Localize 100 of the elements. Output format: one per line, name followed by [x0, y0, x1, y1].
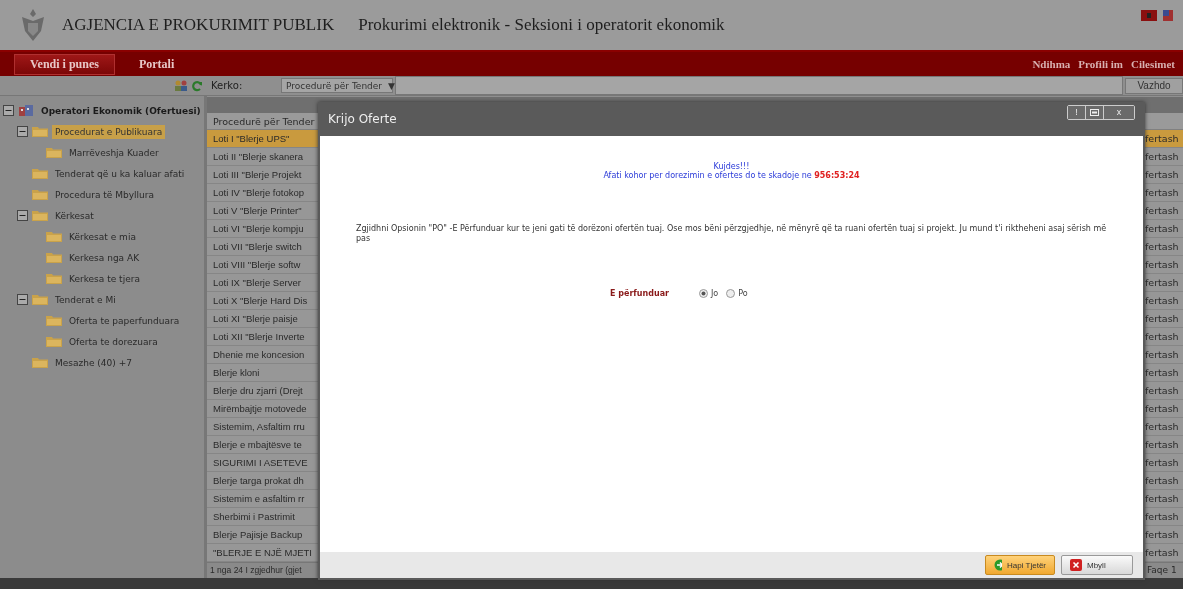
table-cell-text: Dhenie me koncesion: [212, 347, 306, 362]
table-cell-text: Loti IX "Blerje Server: [212, 275, 302, 290]
folder-icon: [46, 252, 62, 263]
table-cell-text: Loti XI "Blerje paisje: [212, 311, 299, 326]
table-cell-text: fertash: [1144, 257, 1180, 272]
tree-item[interactable]: Tenderat që u ka kaluar afati: [52, 166, 188, 181]
table-cell-text: fertash: [1144, 204, 1180, 218]
deadline-text: Afati kohor per dorezimin e ofertes do te skadoje ne 956:53:24: [603, 171, 860, 180]
table-cell-text: fertash: [1144, 437, 1180, 452]
table-cell-text: fertash: [1144, 401, 1180, 416]
search-type-dropdown[interactable]: Procedurë për Tender ▼: [281, 78, 393, 93]
folder-icon: [46, 315, 62, 326]
collapse-icon[interactable]: [17, 294, 28, 305]
table-cell-text: Mirëmbajtje motovede: [212, 401, 308, 416]
folder-icon: [46, 147, 62, 158]
tree-item[interactable]: Mesazhe (40) +7: [52, 355, 135, 370]
continue-button[interactable]: Vazhdo: [1125, 77, 1183, 94]
table-cell-text: Loti VIII "Blerje softw: [212, 257, 302, 272]
table-cell-text: fertash: [1144, 527, 1180, 542]
folder-icon: [32, 168, 48, 179]
table-cell-text: fertash: [1144, 455, 1180, 470]
radio-option[interactable]: Po: [726, 288, 748, 298]
table-cell-text: Loti III "Blerje Projekt: [212, 168, 303, 183]
folder-icon: [46, 273, 62, 284]
search-field[interactable]: [395, 76, 1123, 95]
table-cell-text: fertash: [1144, 329, 1180, 344]
table-cell-text: Loti X "Blerje Hard Dis: [212, 293, 309, 308]
field-label: E përfunduar: [610, 288, 669, 298]
table-cell-text: fertash: [1144, 186, 1180, 201]
tree-item[interactable]: Kerkesa te tjera: [66, 271, 143, 286]
help-button[interactable]: !: [1068, 105, 1086, 119]
next-button[interactable]: Hapi Tjetër: [985, 555, 1055, 575]
table-cell-text: Blerje targa prokat dh: [212, 473, 305, 488]
tree-item[interactable]: Procedurat e Publikuara: [52, 124, 166, 139]
table-cell-text: fertash: [1144, 347, 1180, 362]
nav-link[interactable]: Cilesimet: [1131, 58, 1175, 70]
collapse-icon[interactable]: [17, 210, 28, 221]
collapse-icon[interactable]: [17, 126, 28, 137]
table-cell-text: Loti VII "Blerje switch: [212, 240, 303, 254]
folder-icon: [32, 357, 48, 368]
tree-item[interactable]: Oferta te dorezuara: [66, 334, 161, 349]
folder-icon: [32, 126, 48, 137]
radio-option[interactable]: Jo: [699, 288, 719, 298]
instructions-text: Zgjidhni Opsionin "PO" -E Përfunduar kur te jeni gati të dorëzoni ofertën tuaj. Ose mos bëni përzgjedhje, në mënyrë që ta ruani ofertën tuaj si projekt. Ju mund t'i riktheheni asaj sërish më pas: [356, 224, 1107, 245]
table-cell-text: fertash: [1144, 132, 1180, 147]
table-cell-text: fertash: [1144, 222, 1180, 236]
table-cell-text: Loti II "Blerje skanera: [212, 150, 304, 165]
table-cell-text: fertash: [1144, 491, 1180, 506]
table-cell-text: fertash: [1144, 293, 1180, 308]
organization-icon: [18, 104, 34, 117]
tree-item[interactable]: Kërkesat: [52, 208, 97, 223]
close-dialog-button[interactable]: Mbyll: [1061, 555, 1133, 575]
table-cell-text: Loti I "Blerje UPS": [212, 132, 291, 147]
table-cell-text: SIGURIMI I ASETEVE: [212, 455, 309, 470]
warning-text: Kujdes!!!: [713, 162, 750, 171]
agency-title: AGJENCIA E PROKURIMIT PUBLIK: [62, 15, 335, 35]
tree-item[interactable]: Operatori Ekonomik (Ofertuesi): [38, 103, 204, 118]
nav-link[interactable]: Profili im: [1078, 58, 1123, 70]
portal-subtitle: Prokurimi elektronik - Seksioni i operatorit ekonomik: [358, 15, 725, 35]
table-cell-text: fertash: [1144, 473, 1180, 488]
tree-item[interactable]: Procedura të Mbyllura: [52, 187, 157, 202]
table-cell-text: fertash: [1144, 168, 1180, 183]
table-cell-text: fertash: [1144, 240, 1180, 254]
table-cell-text: Loti V "Blerje Printer": [212, 204, 303, 218]
table-cell-text: fertash: [1144, 545, 1180, 560]
nav-tab[interactable]: Vendi i punes: [14, 53, 115, 75]
tree-item[interactable]: Kerkesa nga AK: [66, 250, 143, 265]
table-cell-text: fertash: [1144, 383, 1180, 398]
page-label: Faqe 1: [1147, 565, 1178, 576]
table-cell-text: fertash: [1144, 150, 1180, 165]
table-cell-text: "BLERJE E NJË MJETI: [212, 545, 313, 560]
search-label: Kerko:: [210, 80, 244, 91]
table-cell-text: Blerje Pajisje Backup: [212, 527, 304, 542]
column-header[interactable]: Procedurë për Tender: [213, 115, 315, 127]
table-cell-text: Sistemim e asfaltim rr: [212, 491, 306, 506]
maximize-button[interactable]: [1086, 105, 1104, 119]
table-cell-text: Loti VI "Blerje kompju: [212, 222, 305, 236]
folder-icon: [32, 189, 48, 200]
table-cell-text: Loti IV "Blerje fotokop: [212, 186, 306, 201]
table-cell-text: fertash: [1144, 509, 1180, 524]
table-cell-text: fertash: [1144, 275, 1180, 290]
close-button[interactable]: x: [1104, 105, 1134, 119]
selection-status: 1 nga 24 I zgjedhur (gjet: [209, 565, 302, 576]
tree-item[interactable]: Tenderat e Mi: [52, 292, 119, 307]
nav-link[interactable]: Ndihma: [1032, 58, 1071, 70]
table-cell-text: fertash: [1144, 419, 1180, 434]
table-cell-text: Blerje dru zjarri (Drejt: [212, 383, 304, 398]
table-cell-text: Loti XII "Blerje Inverte: [212, 329, 306, 344]
tree-item[interactable]: Marrëveshja Kuader: [66, 145, 162, 160]
maximize-icon: [1090, 108, 1099, 116]
folder-icon: [32, 210, 48, 221]
table-cell-text: Blerje e mbajtësve te: [212, 437, 303, 452]
folder-icon: [32, 294, 48, 305]
arrow-icon: [994, 559, 1002, 571]
folder-icon: [46, 231, 62, 242]
tree-item[interactable]: Kërkesat e mia: [66, 229, 139, 244]
table-cell-text: Sistemim, Asfaltim rru: [212, 419, 306, 434]
nav-tab[interactable]: Portali: [122, 53, 191, 75]
tree-item[interactable]: Oferta te paperfunduara: [66, 313, 183, 328]
collapse-icon[interactable]: [3, 105, 14, 116]
